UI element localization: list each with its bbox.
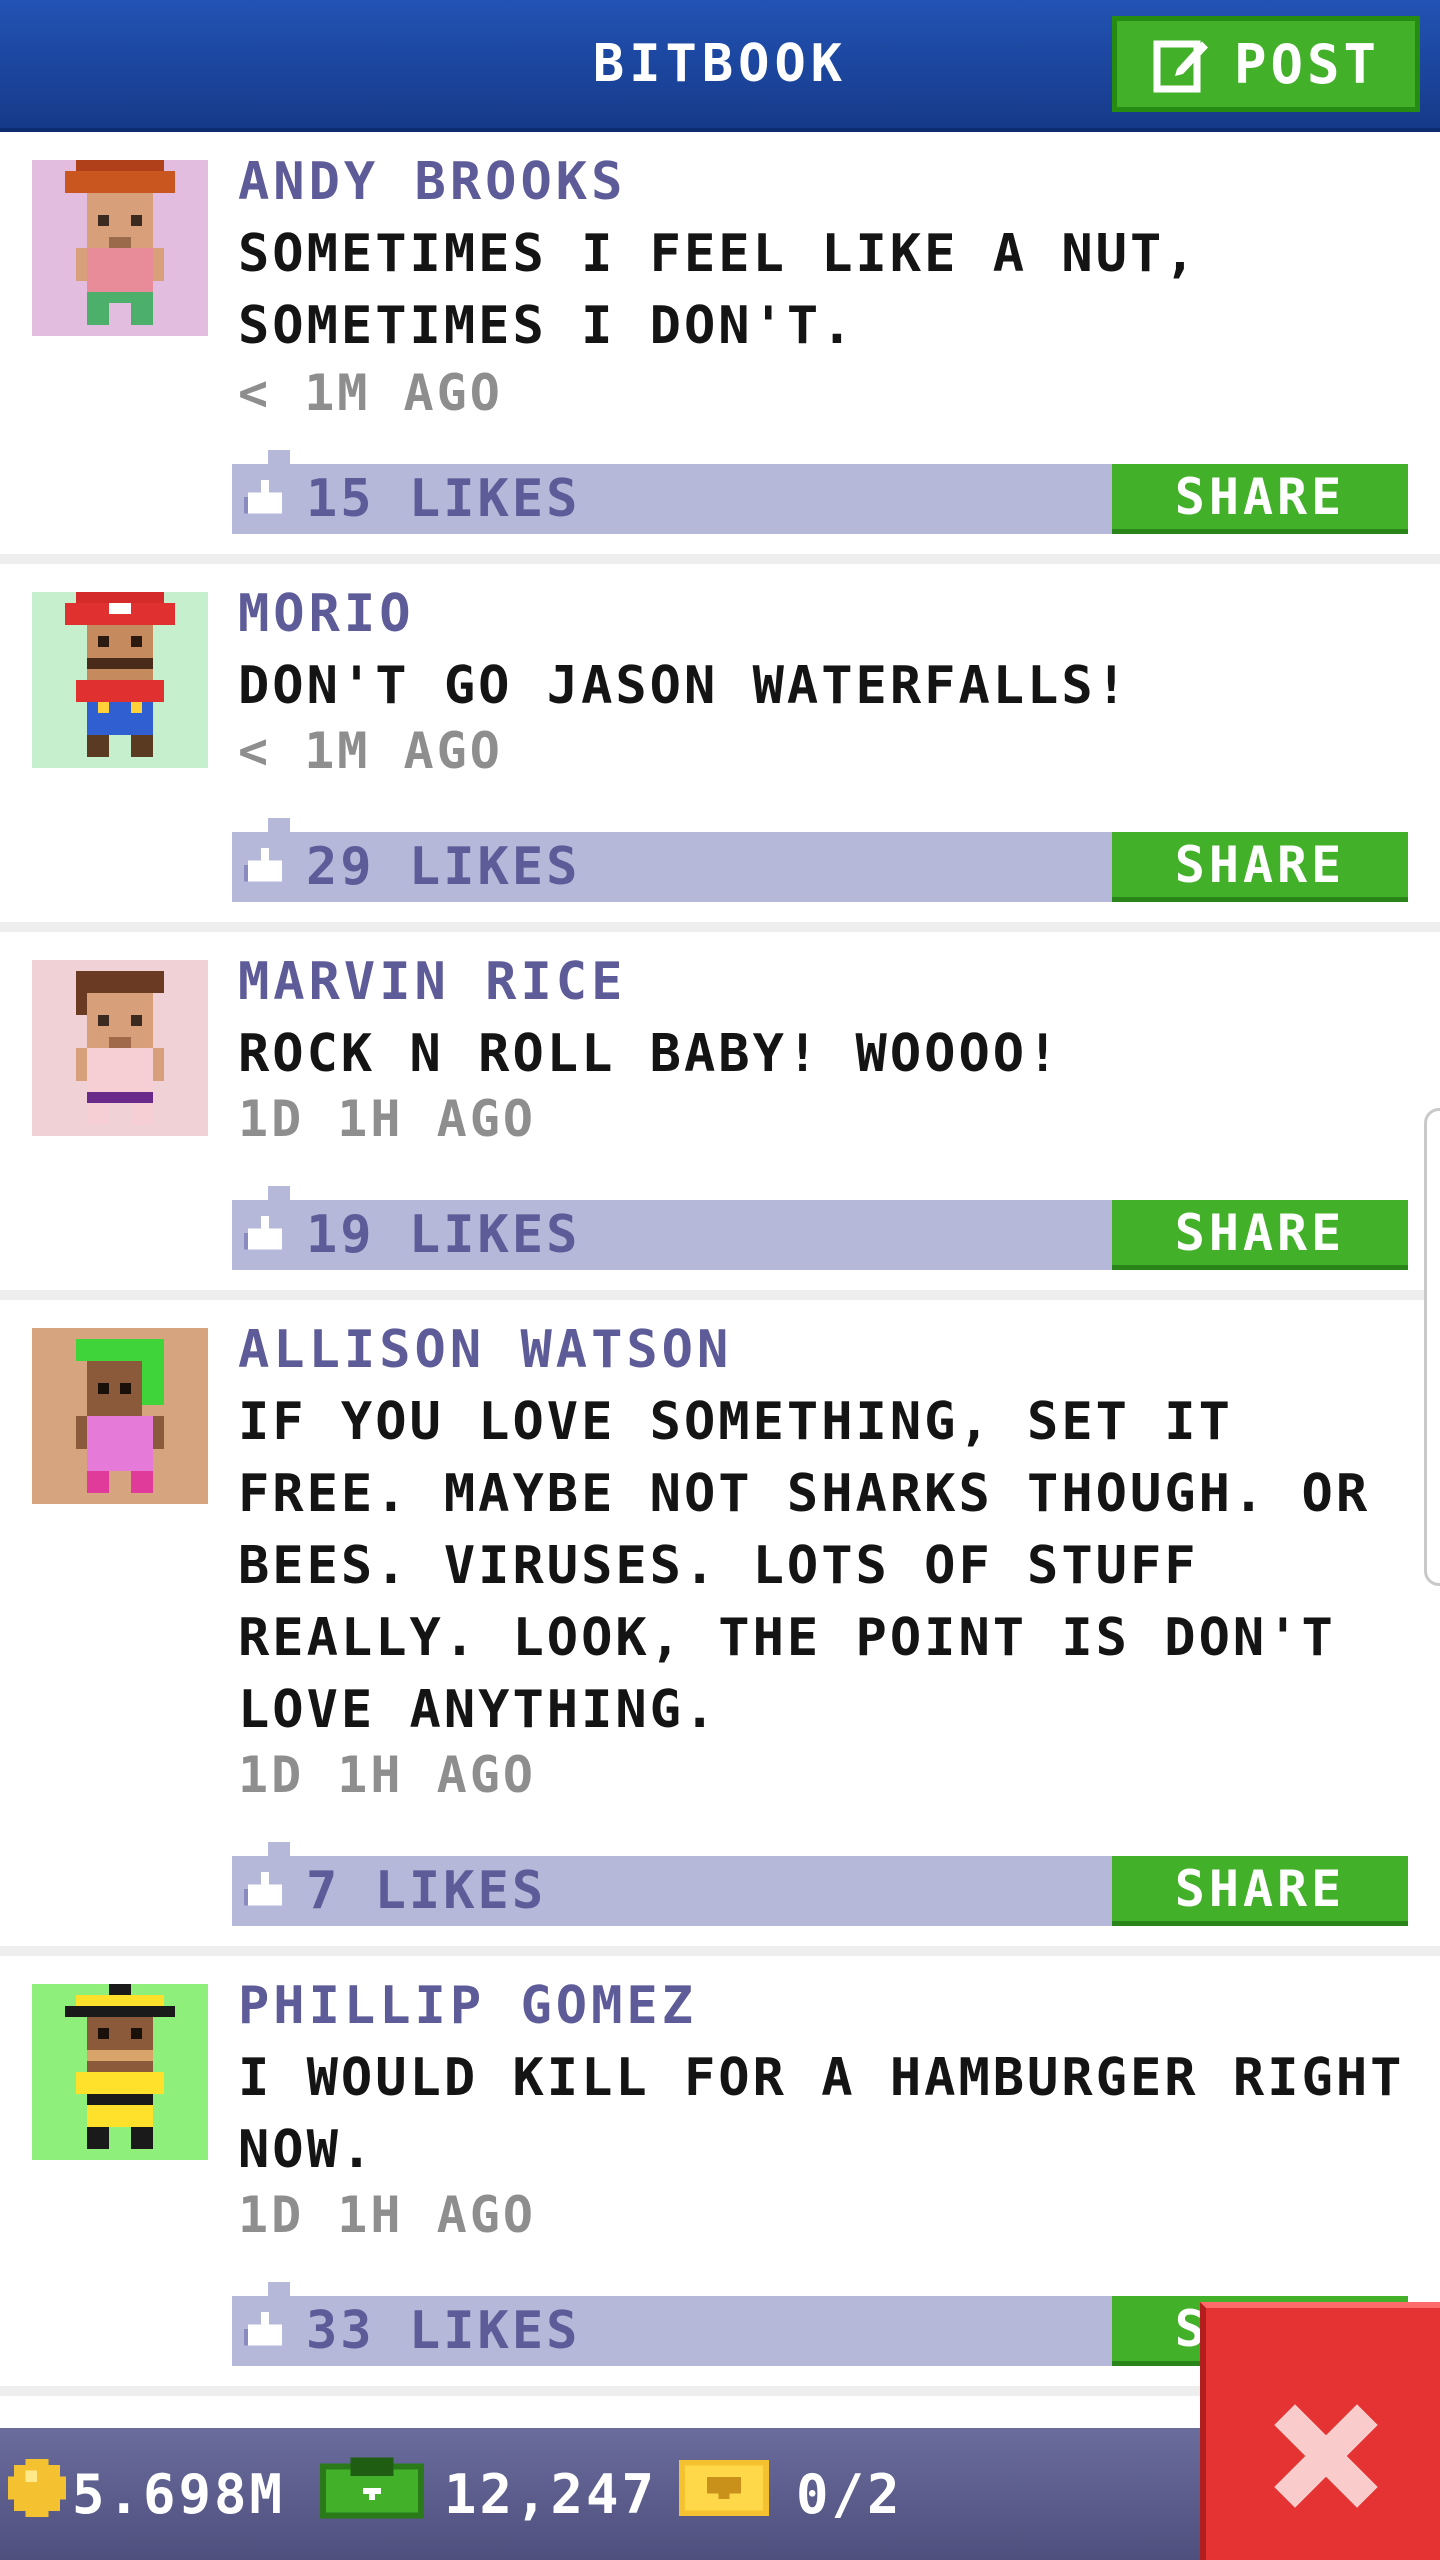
share-button[interactable]: SHARE xyxy=(1112,464,1408,534)
thumbs-up-icon xyxy=(244,1216,286,1258)
post-text: DON'T GO JASON WATERFALLS! xyxy=(238,656,1130,716)
share-button[interactable]: SHARE xyxy=(1112,1856,1408,1926)
thumbs-up-icon xyxy=(244,2312,286,2354)
share-button[interactable]: SHARE xyxy=(1112,1200,1408,1270)
avatar xyxy=(32,1984,208,2160)
like-count: 33 LIKES xyxy=(306,2301,581,2361)
post-time: < 1M AGO xyxy=(238,722,503,780)
avatar xyxy=(32,1328,208,1504)
like-bar[interactable]: 7 LIKES SHARE xyxy=(232,1842,1408,1926)
app-header: BITBOOK POST xyxy=(0,0,1440,132)
edit-icon xyxy=(1152,34,1212,94)
feed-post: ANDY BROOKS SOMETIMES I FEEL LIKE A NUT,… xyxy=(0,132,1440,554)
thumbs-up-icon xyxy=(244,1872,286,1914)
avatar xyxy=(32,160,208,336)
like-bar[interactable]: 29 LIKES SHARE xyxy=(232,818,1408,902)
post-author[interactable]: ALLISON WATSON xyxy=(238,1320,732,1380)
divider xyxy=(0,922,1440,932)
like-count: 15 LIKES xyxy=(306,469,581,529)
like-count: 19 LIKES xyxy=(306,1205,581,1265)
divider xyxy=(0,1290,1440,1300)
post-button[interactable]: POST xyxy=(1112,16,1420,112)
divider xyxy=(0,1946,1440,1956)
coins-value: 5.698M xyxy=(72,2462,286,2526)
like-bar[interactable]: 19 LIKES SHARE xyxy=(232,1186,1408,1270)
post-author[interactable]: MORIO xyxy=(238,584,415,644)
edge-panel-handle[interactable] xyxy=(1424,1108,1440,1586)
feed-post: ALLISON WATSON IF YOU LOVE SOMETHING, SE… xyxy=(0,1300,1440,1946)
post-time: < 1M AGO xyxy=(238,364,503,422)
feed-post: MORIO DON'T GO JASON WATERFALLS! < 1M AG… xyxy=(0,564,1440,922)
post-time: 1D 1H AGO xyxy=(238,1090,536,1148)
share-button[interactable]: SHARE xyxy=(1112,832,1408,902)
post-time: 1D 1H AGO xyxy=(238,2186,536,2244)
avatar xyxy=(32,592,208,768)
like-count: 29 LIKES xyxy=(306,837,581,897)
close-button[interactable] xyxy=(1200,2302,1440,2560)
post-author[interactable]: ANDY BROOKS xyxy=(238,152,626,212)
avatar xyxy=(32,960,208,1136)
ticket-icon xyxy=(678,2459,770,2529)
post-author[interactable]: MARVIN RICE xyxy=(238,952,626,1012)
bux-value: 12,247 xyxy=(444,2462,658,2526)
feed-list: ANDY BROOKS SOMETIMES I FEEL LIKE A NUT,… xyxy=(0,132,1440,2396)
post-text: I WOULD KILL FOR A HAMBURGER RIGHT NOW. xyxy=(238,2048,1405,2180)
post-text: IF YOU LOVE SOMETHING, SET IT FREE. MAYB… xyxy=(238,1392,1371,1740)
like-count: 7 LIKES xyxy=(306,1861,547,1921)
bux-stat: 12,247 xyxy=(320,2428,657,2560)
like-bar[interactable]: 15 LIKES SHARE xyxy=(232,450,1408,534)
post-text: SOMETIMES I FEEL LIKE A NUT, SOMETIMES I… xyxy=(238,224,1199,356)
post-time: 1D 1H AGO xyxy=(238,1746,536,1804)
thumbs-up-icon xyxy=(244,480,286,522)
tickets-stat: 0/2 xyxy=(678,2428,903,2560)
bux-icon xyxy=(320,2456,424,2532)
divider xyxy=(0,554,1440,564)
post-text: ROCK N ROLL BABY! WOOOO! xyxy=(238,1024,1062,1084)
coins-stat: 5.698M xyxy=(8,2428,285,2560)
post-author[interactable]: PHILLIP GOMEZ xyxy=(238,1976,697,2036)
thumbs-up-icon xyxy=(244,848,286,890)
post-button-label: POST xyxy=(1233,32,1381,96)
tickets-value: 0/2 xyxy=(796,2462,903,2526)
coin-icon xyxy=(8,2458,66,2530)
feed-post: MARVIN RICE ROCK N ROLL BABY! WOOOO! 1D … xyxy=(0,932,1440,1290)
